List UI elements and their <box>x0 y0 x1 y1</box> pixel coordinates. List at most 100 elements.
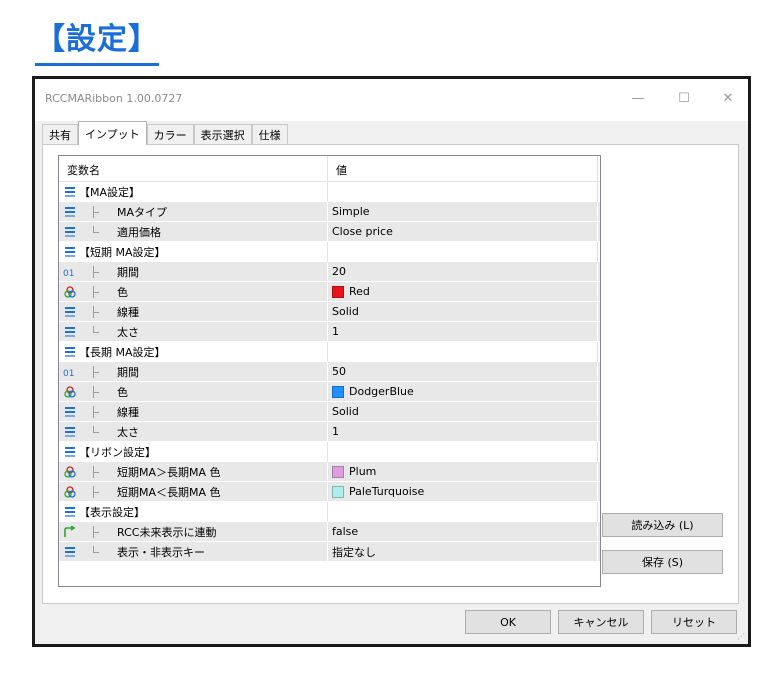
name-cell: 01 期間 <box>59 361 328 382</box>
tree-connector <box>93 365 103 378</box>
input-name: 期間 <box>117 365 139 379</box>
input-name: 表示・非表示キー <box>117 545 205 559</box>
tab-specification[interactable]: 仕様 <box>251 124 288 144</box>
input-row[interactable]: 表示・非表示キー 指定なし <box>59 541 600 562</box>
title-bar: RCCMARibbon 1.00.0727 — ☐ ✕ <box>35 79 748 121</box>
tree-connector <box>93 225 103 238</box>
value-cell[interactable]: 指定なし <box>328 541 598 562</box>
list-icon <box>63 505 77 519</box>
value-cell[interactable]: DodgerBlue <box>328 381 598 402</box>
input-name: 色 <box>117 385 128 399</box>
value-cell[interactable]: 20 <box>328 261 598 282</box>
name-cell: 太さ <box>59 321 328 342</box>
group-label: 【MA設定】 <box>79 185 141 199</box>
input-name: 期間 <box>117 265 139 279</box>
tree-connector <box>93 525 103 538</box>
color-swatch <box>332 465 344 478</box>
tree-connector <box>93 425 103 438</box>
list-icon <box>63 545 77 559</box>
name-cell: 短期MA＜長期MA 色 <box>59 481 328 502</box>
color-icon <box>63 485 77 499</box>
group-row[interactable]: 【リボン設定】 <box>59 441 600 462</box>
input-row[interactable]: RCC未来表示に連動 false <box>59 521 600 542</box>
input-row[interactable]: 色 Red <box>59 281 600 302</box>
value-cell[interactable]: 1 <box>328 421 598 442</box>
cancel-button[interactable]: キャンセル <box>558 610 644 634</box>
tree-connector <box>93 545 103 558</box>
column-header-name[interactable]: 変数名 <box>59 156 328 182</box>
input-name: 適用価格 <box>117 225 161 239</box>
value-cell <box>328 441 598 462</box>
input-row[interactable]: 線種 Solid <box>59 301 600 322</box>
tab-inputs[interactable]: インプット <box>78 121 147 145</box>
minimize-button[interactable]: — <box>615 83 661 113</box>
close-button[interactable]: ✕ <box>705 83 748 113</box>
column-header-value[interactable]: 値 <box>328 156 598 182</box>
input-value: DodgerBlue <box>349 385 414 398</box>
value-cell[interactable]: 1 <box>328 321 598 342</box>
input-name: 太さ <box>117 425 139 439</box>
value-cell[interactable]: 50 <box>328 361 598 382</box>
group-row[interactable]: 【MA設定】 <box>59 181 600 202</box>
bool-icon <box>63 525 77 539</box>
integer-icon: 01 <box>63 365 77 379</box>
input-row[interactable]: 太さ 1 <box>59 321 600 342</box>
save-button[interactable]: 保存 (S) <box>602 550 723 574</box>
value-cell[interactable]: PaleTurquoise <box>328 481 598 502</box>
name-cell: 【表示設定】 <box>59 501 328 522</box>
input-row[interactable]: 線種 Solid <box>59 401 600 422</box>
svg-text:01: 01 <box>63 369 74 378</box>
load-button[interactable]: 読み込み (L) <box>602 513 723 537</box>
input-value: 1 <box>332 425 339 438</box>
input-row[interactable]: 01 期間 50 <box>59 361 600 382</box>
input-row[interactable]: MAタイプ Simple <box>59 201 600 222</box>
name-cell: 【MA設定】 <box>59 181 328 202</box>
value-cell[interactable]: Red <box>328 281 598 302</box>
input-name: MAタイプ <box>117 205 168 219</box>
input-row[interactable]: 短期MA＞長期MA 色 Plum <box>59 461 600 482</box>
value-cell <box>328 241 598 262</box>
input-name: 線種 <box>117 405 139 419</box>
value-cell[interactable]: Close price <box>328 221 598 242</box>
inputs-grid: 変数名 値 【MA設定】 MAタイプ Simple 適用価格 Close price 【短… <box>58 155 601 587</box>
maximize-button[interactable]: ☐ <box>661 83 707 113</box>
input-row[interactable]: 短期MA＜長期MA 色 PaleTurquoise <box>59 481 600 502</box>
tab-visualization[interactable]: 表示選択 <box>193 124 252 144</box>
input-name: 短期MA＞長期MA 色 <box>117 465 221 479</box>
tab-common[interactable]: 共有 <box>42 124 78 144</box>
color-icon <box>63 385 77 399</box>
list-icon <box>63 405 77 419</box>
group-row[interactable]: 【短期 MA設定】 <box>59 241 600 262</box>
input-row[interactable]: 01 期間 20 <box>59 261 600 282</box>
reset-button[interactable]: リセット <box>651 610 737 634</box>
input-row[interactable]: 太さ 1 <box>59 421 600 442</box>
tree-connector <box>93 285 103 298</box>
name-cell: 色 <box>59 381 328 402</box>
group-row[interactable]: 【長期 MA設定】 <box>59 341 600 362</box>
tree-connector <box>93 205 103 218</box>
group-row[interactable]: 【表示設定】 <box>59 501 600 522</box>
value-cell[interactable]: Solid <box>328 401 598 422</box>
page-heading: 【設定】 <box>35 18 159 66</box>
svg-text:01: 01 <box>63 269 74 278</box>
input-row[interactable]: 適用価格 Close price <box>59 221 600 242</box>
input-name: 色 <box>117 285 128 299</box>
input-value: 50 <box>332 365 346 378</box>
input-row[interactable]: 色 DodgerBlue <box>59 381 600 402</box>
input-value: Close price <box>332 225 393 238</box>
tree-connector <box>93 265 103 278</box>
value-cell[interactable]: Plum <box>328 461 598 482</box>
value-cell[interactable]: Simple <box>328 201 598 222</box>
group-label: 【短期 MA設定】 <box>79 245 166 259</box>
value-cell[interactable]: false <box>328 521 598 542</box>
name-cell: 表示・非表示キー <box>59 541 328 562</box>
ok-button[interactable]: OK <box>465 610 551 634</box>
input-value: false <box>332 525 359 538</box>
tab-colors[interactable]: カラー <box>146 124 194 144</box>
tree-connector <box>93 305 103 318</box>
value-cell <box>328 181 598 202</box>
resize-grip-icon[interactable]: ⋰ <box>737 632 745 641</box>
value-cell[interactable]: Solid <box>328 301 598 322</box>
tree-connector <box>93 485 103 498</box>
window-title: RCCMARibbon 1.00.0727 <box>45 92 183 105</box>
